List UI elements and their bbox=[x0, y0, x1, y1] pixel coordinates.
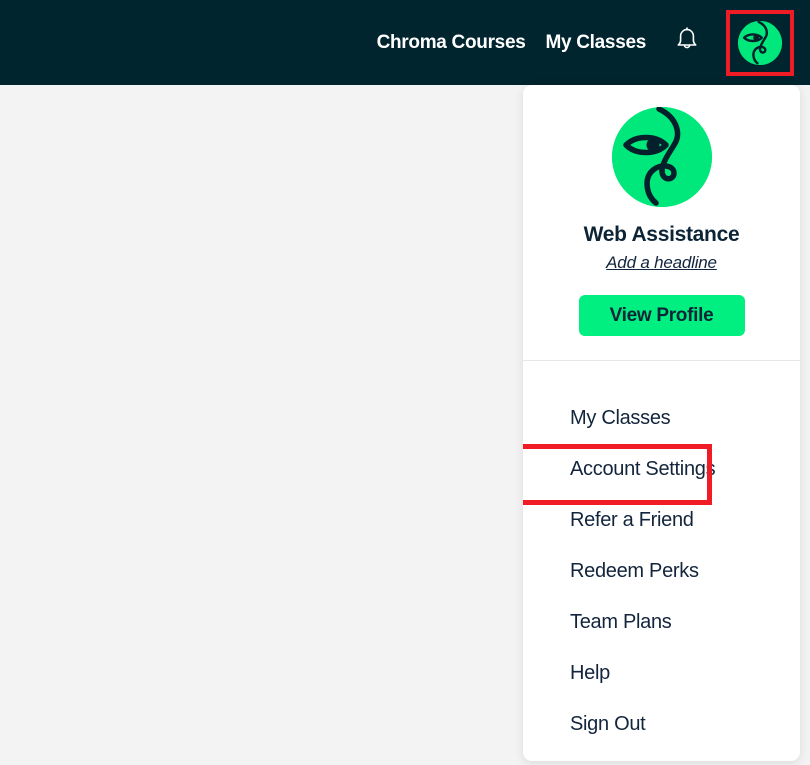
nav-link-my-classes[interactable]: My Classes bbox=[545, 32, 646, 54]
menu-item-help[interactable]: Help bbox=[523, 648, 800, 699]
profile-headline-link[interactable]: Add a headline bbox=[606, 253, 717, 273]
dropdown-menu-list: My Classes Account Settings Refer a Frie… bbox=[523, 361, 800, 750]
view-profile-button[interactable]: View Profile bbox=[578, 295, 745, 336]
user-avatar-icon[interactable] bbox=[738, 20, 782, 65]
menu-item-account-settings[interactable]: Account Settings bbox=[523, 444, 800, 505]
bell-icon bbox=[676, 27, 698, 58]
profile-name: Web Assistance bbox=[583, 223, 740, 246]
notifications-button[interactable] bbox=[670, 23, 704, 63]
menu-item-sign-out[interactable]: Sign Out bbox=[523, 699, 800, 750]
dropdown-profile-section: Web Assistance Add a headline View Profi… bbox=[523, 85, 800, 361]
account-dropdown-panel: Web Assistance Add a headline View Profi… bbox=[523, 85, 800, 761]
user-avatar-icon[interactable] bbox=[611, 106, 712, 207]
menu-item-team-plans[interactable]: Team Plans bbox=[523, 597, 800, 648]
menu-item-refer-a-friend[interactable]: Refer a Friend bbox=[523, 495, 800, 546]
header-nav: Chroma Courses My Classes bbox=[377, 9, 794, 76]
nav-link-chroma-courses[interactable]: Chroma Courses bbox=[377, 32, 526, 54]
menu-item-my-classes[interactable]: My Classes bbox=[523, 393, 800, 444]
avatar-annotation-box bbox=[726, 9, 794, 76]
site-header: Chroma Courses My Classes bbox=[0, 0, 810, 85]
menu-item-redeem-perks[interactable]: Redeem Perks bbox=[523, 546, 800, 597]
